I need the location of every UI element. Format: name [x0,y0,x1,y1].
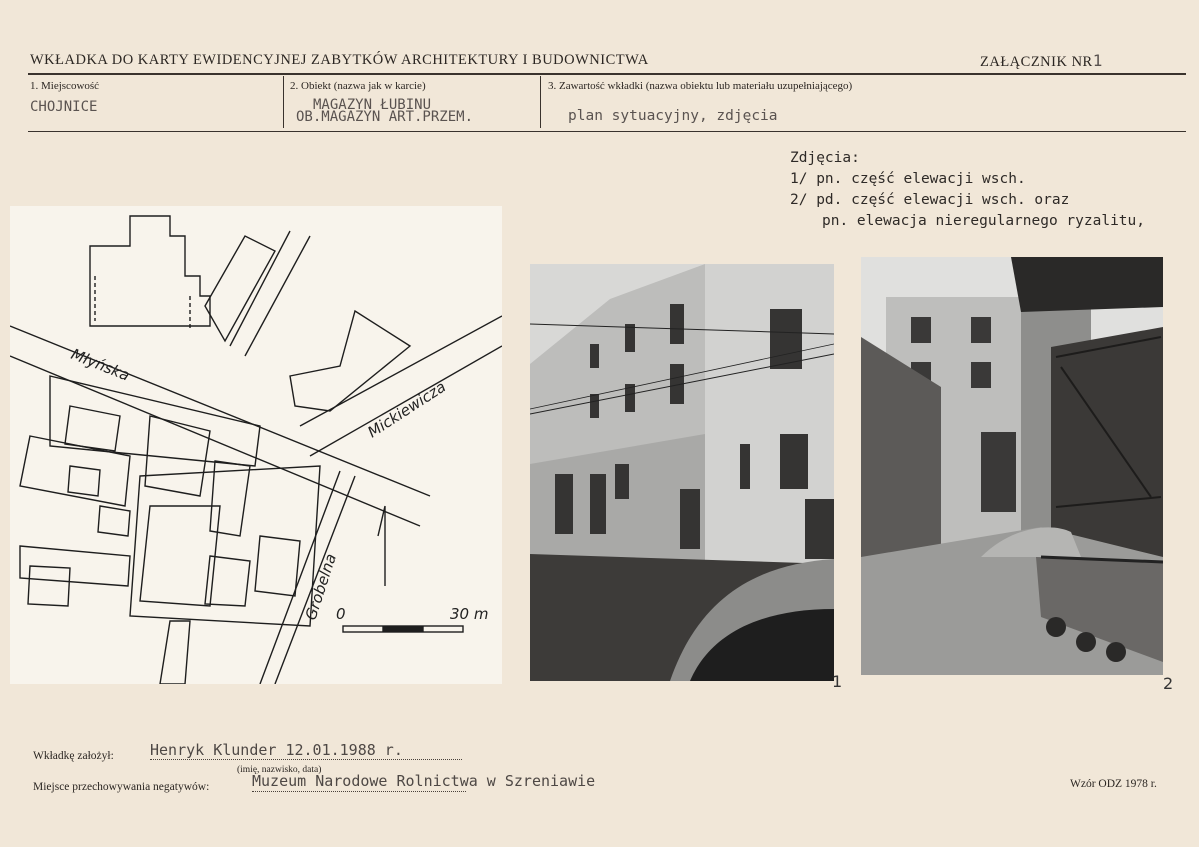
field-divider-2 [540,76,541,128]
object-line-2: OB.MAGAZYN ART.PRZEM. [296,109,474,125]
field-row-rule [28,131,1186,132]
street-label-mickiewicza: Mickiewicza [364,378,449,442]
photo-notes-heading: Zdjęcia: [790,150,860,166]
photo-notes-line-1: 1/ pn. część elewacji wsch. [790,171,1026,187]
storage-value: Muzeum Narodowe Rolnictwa w Szreniawie [252,772,596,790]
attachment-label-text: ZAŁĄCZNIK NR [980,54,1093,70]
site-plan: Młyńska Mickiewicza Grobelna 0 30 m [10,206,502,684]
storage-dotted-line [252,790,466,792]
object-label: 2. Obiekt (nazwa jak w karcie) [290,80,426,92]
photo-2 [861,257,1163,675]
street-label-mlynska: Młyńska [69,345,133,385]
content-label: 3. Zawartość wkładki (nazwa obiektu lub … [548,80,853,92]
storage-label: Miejsce przechowywania negatywów: [33,781,210,793]
photo-2-number: 2 [1163,674,1174,693]
locality-value: CHOJNICE [30,99,98,115]
attachment-label: ZAŁĄCZNIK NR1 [980,51,1103,71]
attachment-number: 1 [1092,51,1103,70]
photo-notes: Zdjęcia: 1/ pn. część elewacji wsch. 2/ … [790,148,1145,232]
field-divider-1 [283,76,284,128]
scale-label-start: 0 [336,605,346,623]
header-rule [28,73,1186,75]
photo-1-number: 1 [832,672,843,691]
photo-1-image [530,264,834,681]
scale-label-end: 30 m [450,605,488,623]
street-label-grobelna: Grobelna [302,551,340,622]
author-value: Henryk Klunder 12.01.1988 r. [150,741,462,760]
photo-2-image [861,257,1163,675]
locality-label: 1. Miejscowość [30,80,100,92]
content-value: plan sytuacyjny, zdjęcia [568,108,778,124]
author-label: Wkładkę założył: [33,750,114,762]
photo-notes-line-2: 2/ pd. część elewacji wsch. oraz [790,192,1070,208]
form-version: Wzór ODZ 1978 r. [1070,778,1157,790]
photo-1 [530,264,834,681]
form-title: WKŁADKA DO KARTY EWIDENCYJNEJ ZABYTKÓW A… [30,52,649,68]
site-plan-drawing: Młyńska Mickiewicza Grobelna 0 30 m [10,215,502,684]
photo-notes-line-3: pn. elewacja nieregularnego ryzalitu, [822,213,1146,229]
